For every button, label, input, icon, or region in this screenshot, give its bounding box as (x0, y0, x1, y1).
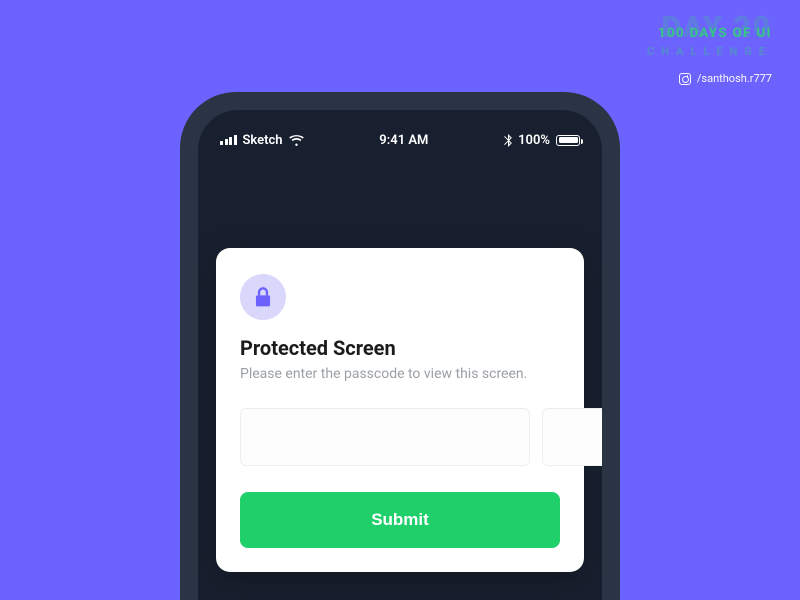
status-right: 100% (504, 133, 580, 148)
battery-icon (556, 135, 580, 146)
wifi-icon (289, 135, 304, 146)
carrier-label: Sketch (243, 133, 283, 148)
bluetooth-icon (504, 134, 512, 147)
passcode-input-row (240, 408, 560, 466)
passcode-digit-2[interactable] (542, 408, 602, 466)
author-handle-text: /santhosh.r777 (697, 72, 772, 85)
card-subtitle: Please enter the passcode to view this s… (240, 366, 560, 382)
passcode-digit-1[interactable] (240, 408, 530, 466)
phone-frame: Sketch 9:41 AM 100% (180, 92, 620, 600)
badge-title: DAY 20 100 DAYS OF UI (647, 18, 772, 43)
badge-subtitle: CHALLENGE (647, 45, 772, 58)
badge-front-text: 100 DAYS OF UI (658, 26, 772, 41)
passcode-card: Protected Screen Please enter the passco… (216, 248, 584, 572)
card-title: Protected Screen (240, 336, 560, 360)
signal-icon (220, 135, 237, 145)
instagram-icon (679, 73, 691, 85)
submit-button[interactable]: Submit (240, 492, 560, 548)
challenge-badge: DAY 20 100 DAYS OF UI CHALLENGE /santhos… (647, 18, 772, 85)
status-left: Sketch (220, 133, 304, 148)
status-time: 9:41 AM (379, 133, 428, 148)
lock-icon (240, 274, 286, 320)
battery-percent: 100% (518, 133, 550, 148)
author-handle[interactable]: /santhosh.r777 (647, 72, 772, 85)
status-bar: Sketch 9:41 AM 100% (198, 110, 602, 154)
phone-screen: Sketch 9:41 AM 100% (198, 110, 602, 600)
